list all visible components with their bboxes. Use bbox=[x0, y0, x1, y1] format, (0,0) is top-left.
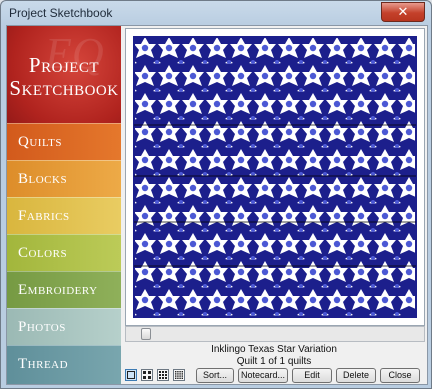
sidebar-item-thread[interactable]: Thread bbox=[7, 345, 121, 384]
grid-4x4-button[interactable] bbox=[173, 369, 185, 381]
quilt-preview[interactable] bbox=[125, 28, 425, 326]
delete-button[interactable]: Delete bbox=[336, 368, 376, 383]
grid-3x3-button[interactable] bbox=[157, 369, 169, 381]
scrollbar-thumb[interactable] bbox=[141, 328, 151, 340]
sidebar-item-blocks[interactable]: Blocks bbox=[7, 160, 121, 197]
sort-button[interactable]: Sort... bbox=[196, 368, 234, 383]
notecard-button[interactable]: Notecard... bbox=[238, 368, 288, 383]
title-bar: Project Sketchbook ✕ bbox=[1, 1, 431, 25]
sidebar: EQ Project Sketchbook Quilts Blocks Fabr… bbox=[7, 26, 121, 384]
client-area: EQ Project Sketchbook Quilts Blocks Fabr… bbox=[6, 25, 428, 385]
edit-button[interactable]: Edit bbox=[292, 368, 332, 383]
brand-line-2: Sketchbook bbox=[9, 76, 119, 100]
grid-3x3-icon bbox=[159, 371, 167, 379]
sidebar-item-photos[interactable]: Photos bbox=[7, 308, 121, 345]
single-view-icon bbox=[127, 371, 135, 379]
brand-logo: EQ Project Sketchbook bbox=[7, 26, 121, 123]
grid-2x2-icon bbox=[143, 371, 151, 379]
project-sketchbook-window: Project Sketchbook ✕ EQ Project Sketchbo… bbox=[0, 0, 432, 389]
grid-2x2-button[interactable] bbox=[141, 369, 153, 381]
quilt-name: Inklingo Texas Star Variation bbox=[211, 344, 337, 355]
grid-4x4-icon bbox=[175, 371, 183, 379]
bottom-toolbar: Sort... Notecard... Edit Delete Close bbox=[125, 368, 425, 383]
brand-line-1: Project bbox=[28, 53, 100, 77]
quilt-image bbox=[133, 36, 417, 318]
window-title: Project Sketchbook bbox=[9, 6, 113, 20]
window-close-button[interactable]: ✕ bbox=[381, 2, 425, 22]
sidebar-item-colors[interactable]: Colors bbox=[7, 234, 121, 271]
sidebar-item-quilts[interactable]: Quilts bbox=[7, 123, 121, 160]
close-button[interactable]: Close bbox=[380, 368, 420, 383]
quilt-counter: Quilt 1 of 1 quilts bbox=[236, 356, 312, 367]
sidebar-item-embroidery[interactable]: Embroidery bbox=[7, 271, 121, 308]
horizontal-scrollbar[interactable] bbox=[125, 326, 425, 342]
single-view-button[interactable] bbox=[125, 369, 137, 381]
sidebar-item-fabrics[interactable]: Fabrics bbox=[7, 197, 121, 234]
